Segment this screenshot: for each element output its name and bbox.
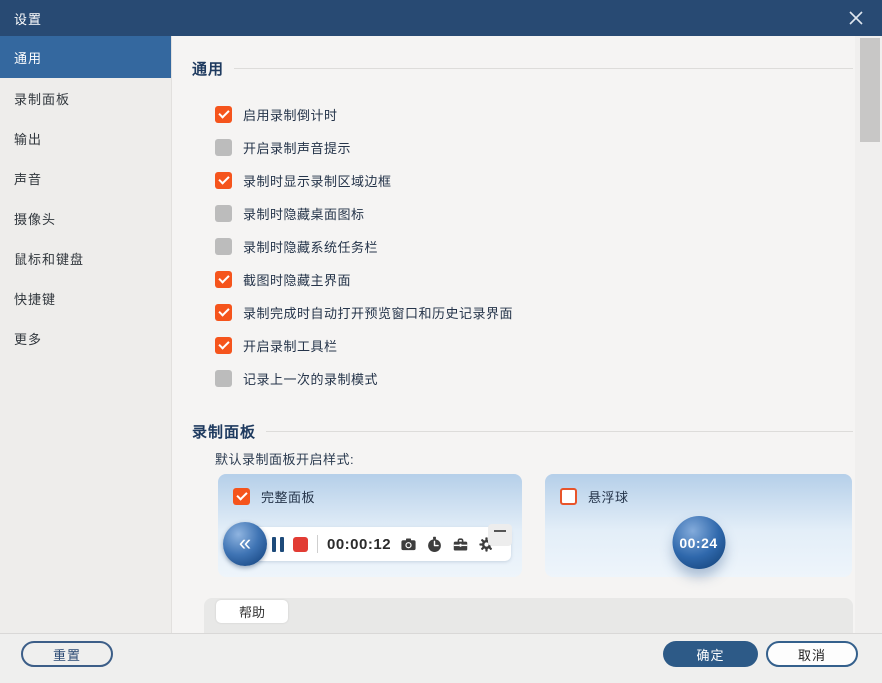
checkbox-enable-countdown[interactable]: 启用录制倒计时 xyxy=(215,98,842,131)
float-ball-preview[interactable]: 00:24 xyxy=(672,516,725,569)
checkbox-label: 录制时显示录制区域边框 xyxy=(243,174,392,189)
checkbox-label: 录制完成时自动打开预览窗口和历史记录界面 xyxy=(243,306,514,321)
checkbox-checked[interactable] xyxy=(215,172,232,189)
sidebar-item-label: 快捷键 xyxy=(14,291,57,307)
help-label: 帮助 xyxy=(238,605,265,620)
minimize-icon xyxy=(494,530,506,532)
sidebar-item-general[interactable]: 通用 xyxy=(0,36,171,78)
section-divider xyxy=(234,68,853,69)
sidebar-item-more[interactable]: 更多 xyxy=(0,318,171,358)
recording-timer: 00:00:12 xyxy=(327,535,392,553)
general-section-title: 通用 xyxy=(192,61,225,78)
panel-style-label: 默认录制面板开启样式: xyxy=(215,452,355,467)
footer: 重置 确定 取消 xyxy=(0,633,882,683)
full-panel-checkbox-row[interactable]: 完整面板 xyxy=(233,487,315,506)
checkbox-unchecked[interactable] xyxy=(215,238,232,255)
toolbar-divider xyxy=(317,535,318,553)
checkbox-label: 录制时隐藏桌面图标 xyxy=(243,207,365,222)
recording-toolbar-preview: 00:00:12 xyxy=(228,524,512,561)
checkbox-unchecked[interactable] xyxy=(560,488,577,505)
sidebar-item-label: 输出 xyxy=(14,131,43,147)
reset-button-label: 重置 xyxy=(52,647,81,663)
stop-icon[interactable] xyxy=(293,536,308,552)
ok-button-label: 确定 xyxy=(696,647,725,663)
sidebar-item-label: 通用 xyxy=(14,50,43,66)
float-ball-label: 悬浮球 xyxy=(588,490,629,505)
sidebar-item-label: 鼠标和键盘 xyxy=(14,251,85,267)
checkbox-label: 开启录制工具栏 xyxy=(243,339,338,354)
checkbox-checked[interactable] xyxy=(233,488,250,505)
checkbox-remember-last-mode[interactable]: 记录上一次的录制模式 xyxy=(215,362,842,395)
checkbox-sound-prompt[interactable]: 开启录制声音提示 xyxy=(215,131,842,164)
titlebar: 设置 xyxy=(0,0,882,36)
ok-button[interactable]: 确定 xyxy=(663,641,758,667)
sidebar-item-camera[interactable]: 摄像头 xyxy=(0,198,171,238)
sidebar-item-output[interactable]: 输出 xyxy=(0,118,171,158)
minimize-toolbar-button[interactable] xyxy=(488,524,512,546)
checkbox-hide-main-ui-screenshot[interactable]: 截图时隐藏主界面 xyxy=(215,263,842,296)
camera-icon[interactable] xyxy=(400,536,417,553)
checkbox-checked[interactable] xyxy=(215,271,232,288)
general-section-header: 通用 xyxy=(192,58,853,79)
float-ball-option[interactable]: 悬浮球 00:24 xyxy=(545,474,852,577)
full-panel-option[interactable]: 完整面板 « 00:00:12 xyxy=(218,474,522,577)
reset-button[interactable]: 重置 xyxy=(21,641,113,667)
checkbox-label: 启用录制倒计时 xyxy=(243,108,338,123)
checkbox-label: 截图时隐藏主界面 xyxy=(243,273,352,288)
checkbox-hide-taskbar[interactable]: 录制时隐藏系统任务栏 xyxy=(215,230,842,263)
panel-section-title: 录制面板 xyxy=(192,424,257,441)
general-checkbox-list: 启用录制倒计时 开启录制声音提示 录制时显示录制区域边框 录制时隐藏桌面图标 录… xyxy=(215,98,842,395)
sidebar: 通用 录制面板 输出 声音 摄像头 鼠标和键盘 快捷键 更多 xyxy=(0,36,172,633)
settings-window: 设置 通用 录制面板 输出 声音 摄像头 鼠标和键盘 快捷键 更多 通用 启用录… xyxy=(0,0,882,683)
float-ball-timer: 00:24 xyxy=(679,534,718,551)
help-section-bar: 帮助 xyxy=(204,598,853,633)
checkbox-show-region-border[interactable]: 录制时显示录制区域边框 xyxy=(215,164,842,197)
sidebar-item-sound[interactable]: 声音 xyxy=(0,158,171,198)
sidebar-item-record-panel[interactable]: 录制面板 xyxy=(0,78,171,118)
close-button[interactable] xyxy=(836,0,876,36)
checkbox-checked[interactable] xyxy=(215,337,232,354)
section-divider xyxy=(266,431,853,432)
checkbox-hide-desktop-icons[interactable]: 录制时隐藏桌面图标 xyxy=(215,197,842,230)
cancel-button-label: 取消 xyxy=(797,647,826,663)
window-title: 设置 xyxy=(14,11,43,27)
float-ball-checkbox-row[interactable]: 悬浮球 xyxy=(560,487,629,506)
sidebar-item-label: 更多 xyxy=(14,331,43,347)
help-button[interactable]: 帮助 xyxy=(216,600,288,623)
cancel-button[interactable]: 取消 xyxy=(766,641,858,667)
sidebar-item-hotkeys[interactable]: 快捷键 xyxy=(0,278,171,318)
checkbox-checked[interactable] xyxy=(215,106,232,123)
pause-icon[interactable] xyxy=(272,536,284,552)
scrollbar-thumb[interactable] xyxy=(860,38,880,142)
checkbox-label: 开启录制声音提示 xyxy=(243,141,352,156)
checkbox-label: 录制时隐藏系统任务栏 xyxy=(243,240,379,255)
close-icon xyxy=(849,11,863,25)
sidebar-item-label: 摄像头 xyxy=(14,211,57,227)
scrollbar-track[interactable] xyxy=(855,36,882,633)
sidebar-item-mouse-keyboard[interactable]: 鼠标和键盘 xyxy=(0,238,171,278)
settings-content: 通用 启用录制倒计时 开启录制声音提示 录制时显示录制区域边框 录制时隐藏桌面图… xyxy=(173,36,882,633)
toolbox-icon[interactable] xyxy=(452,536,469,553)
collapse-panel-button[interactable]: « xyxy=(223,522,267,566)
checkbox-checked[interactable] xyxy=(215,304,232,321)
checkbox-open-preview-after-record[interactable]: 录制完成时自动打开预览窗口和历史记录界面 xyxy=(215,296,842,329)
sidebar-item-label: 录制面板 xyxy=(14,91,71,107)
checkbox-unchecked[interactable] xyxy=(215,370,232,387)
sidebar-item-label: 声音 xyxy=(14,171,43,187)
checkbox-label: 记录上一次的录制模式 xyxy=(243,372,379,387)
checkbox-unchecked[interactable] xyxy=(215,205,232,222)
timer-icon[interactable] xyxy=(426,536,443,553)
chevron-double-left-icon: « xyxy=(238,529,252,555)
checkbox-unchecked[interactable] xyxy=(215,139,232,156)
full-panel-label: 完整面板 xyxy=(261,490,316,505)
checkbox-enable-record-toolbar[interactable]: 开启录制工具栏 xyxy=(215,329,842,362)
panel-section-header: 录制面板 xyxy=(192,421,853,442)
